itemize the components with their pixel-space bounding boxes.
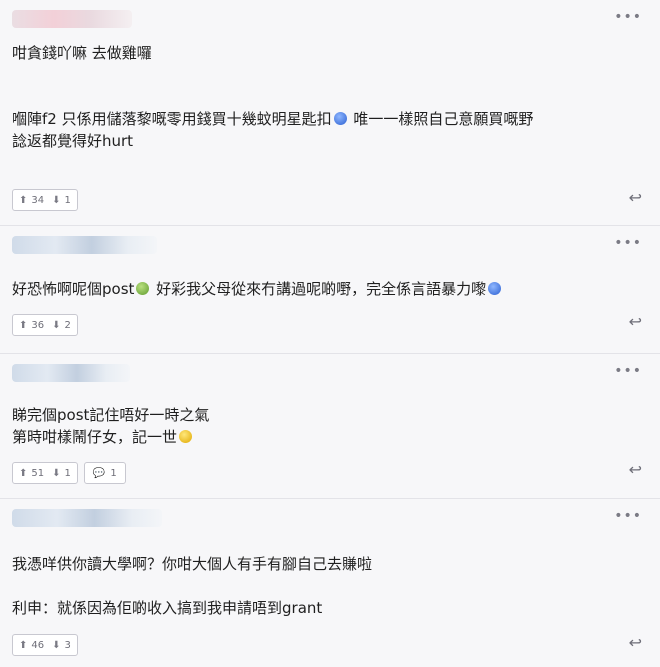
upvote-arrow-icon: ⬆: [19, 467, 28, 479]
comment-author-blurred: [12, 507, 172, 529]
comment-line: 嗰陣f2 只係用儲落黎嘅零用錢買十幾蚊明星匙扣 唯一一樣照自己意願買嘅野: [12, 110, 534, 128]
reply-arrow-icon[interactable]: ↩: [629, 460, 642, 479]
comment-body: 睇完個post記住唔好一時之氣 第時咁樣鬧仔女，記一世: [12, 404, 640, 448]
replies-count-button[interactable]: 💬 1: [83, 462, 126, 484]
comment-spacer: [12, 86, 640, 108]
comment-feed: ••• 咁貪錢吖嘛 去做雞囉 嗰陣f2 只係用儲落黎嘅零用錢買十幾蚊明星匙扣 唯…: [0, 0, 660, 667]
downvote-button[interactable]: ⬇ 1: [52, 195, 71, 206]
upvote-button[interactable]: ⬆ 46: [19, 640, 44, 651]
comment-line: 咁貪錢吖嘛 去做雞囉: [12, 44, 152, 62]
comment-line: 我憑咩供你讀大學啊？你咁大個人有手有腳自己去賺啦: [12, 555, 373, 573]
sick-emoji-icon: [136, 282, 150, 295]
comment-author-blurred: [12, 8, 172, 30]
downvote-button[interactable]: ⬇ 1: [52, 468, 71, 479]
sad-emoji-icon: [333, 112, 347, 125]
downvote-arrow-icon: ⬇: [52, 194, 61, 206]
comment-body: 好恐怖啊呢個post 好彩我父母從來冇講過呢啲嘢，完全係言語暴力嚟: [12, 278, 640, 300]
comment-line: 利申：就係因為佢啲收入搞到我申請唔到grant: [12, 599, 323, 617]
comment-spacer: [12, 64, 640, 86]
upvote-arrow-icon: ⬆: [19, 639, 28, 651]
upvote-button[interactable]: ⬆ 34: [19, 195, 44, 206]
comment-spacer: [12, 575, 640, 597]
comment-line: 第時咁樣鬧仔女，記一世: [12, 426, 640, 448]
reply-arrow-icon[interactable]: ↩: [629, 633, 642, 652]
comment-line: 諗返都覺得好hurt: [12, 132, 134, 150]
comment-line: 好恐怖啊呢個post 好彩我父母從來冇講過呢啲嘢，完全係言語暴力嚟: [12, 278, 640, 300]
more-dots-icon[interactable]: •••: [614, 10, 642, 24]
downvote-arrow-icon: ⬇: [52, 319, 61, 331]
vote-box: ⬆ 46 ⬇ 3: [12, 634, 78, 656]
sad-emoji-icon: [488, 282, 502, 295]
comment-author-blurred: [12, 362, 172, 384]
comment-body: 咁貪錢吖嘛 去做雞囉 嗰陣f2 只係用儲落黎嘅零用錢買十幾蚊明星匙扣 唯一一樣照…: [12, 42, 640, 152]
vote-bar: ⬆ 51 ⬇ 1 💬 1: [12, 462, 126, 484]
comment-2: ••• 好恐怖啊呢個post 好彩我父母從來冇講過呢啲嘢，完全係言語暴力嚟 ⬆ 3…: [0, 226, 660, 354]
comment-4: ••• 我憑咩供你讀大學啊？你咁大個人有手有腳自己去賺啦 利申：就係因為佢啲收入…: [0, 499, 660, 667]
vote-bar: ⬆ 36 ⬇ 2: [12, 314, 78, 336]
vote-box: ⬆ 36 ⬇ 2: [12, 314, 78, 336]
downvote-arrow-icon: ⬇: [52, 639, 61, 651]
vote-box: ⬆ 51 ⬇ 1: [12, 462, 78, 484]
downvote-button[interactable]: ⬇ 3: [52, 640, 71, 651]
upvote-arrow-icon: ⬆: [19, 194, 28, 206]
vote-box: ⬆ 34 ⬇ 1: [12, 189, 78, 211]
upvote-button[interactable]: ⬆ 51: [19, 468, 44, 479]
reply-arrow-icon[interactable]: ↩: [629, 188, 642, 207]
more-dots-icon[interactable]: •••: [614, 364, 642, 378]
upvote-arrow-icon: ⬆: [19, 319, 28, 331]
more-dots-icon[interactable]: •••: [614, 509, 642, 523]
upvote-button[interactable]: ⬆ 36: [19, 320, 44, 331]
downvote-button[interactable]: ⬇ 2: [52, 320, 71, 331]
more-dots-icon[interactable]: •••: [614, 236, 642, 250]
vote-bar: ⬆ 46 ⬇ 3: [12, 634, 78, 656]
comment-3: ••• 睇完個post記住唔好一時之氣 第時咁樣鬧仔女，記一世 ⬆ 51 ⬇ 1 💬…: [0, 354, 660, 499]
smile-emoji-icon: [179, 430, 193, 443]
reply-arrow-icon[interactable]: ↩: [629, 312, 642, 331]
vote-bar: ⬆ 34 ⬇ 1: [12, 189, 78, 211]
downvote-arrow-icon: ⬇: [52, 467, 61, 479]
comment-line: 睇完個post記住唔好一時之氣: [12, 406, 210, 424]
comment-bubble-icon: 💬: [92, 467, 106, 479]
comment-1: ••• 咁貪錢吖嘛 去做雞囉 嗰陣f2 只係用儲落黎嘅零用錢買十幾蚊明星匙扣 唯…: [0, 0, 660, 226]
comment-body: 我憑咩供你讀大學啊？你咁大個人有手有腳自己去賺啦 利申：就係因為佢啲收入搞到我申…: [12, 553, 640, 619]
comment-author-blurred: [12, 234, 172, 256]
